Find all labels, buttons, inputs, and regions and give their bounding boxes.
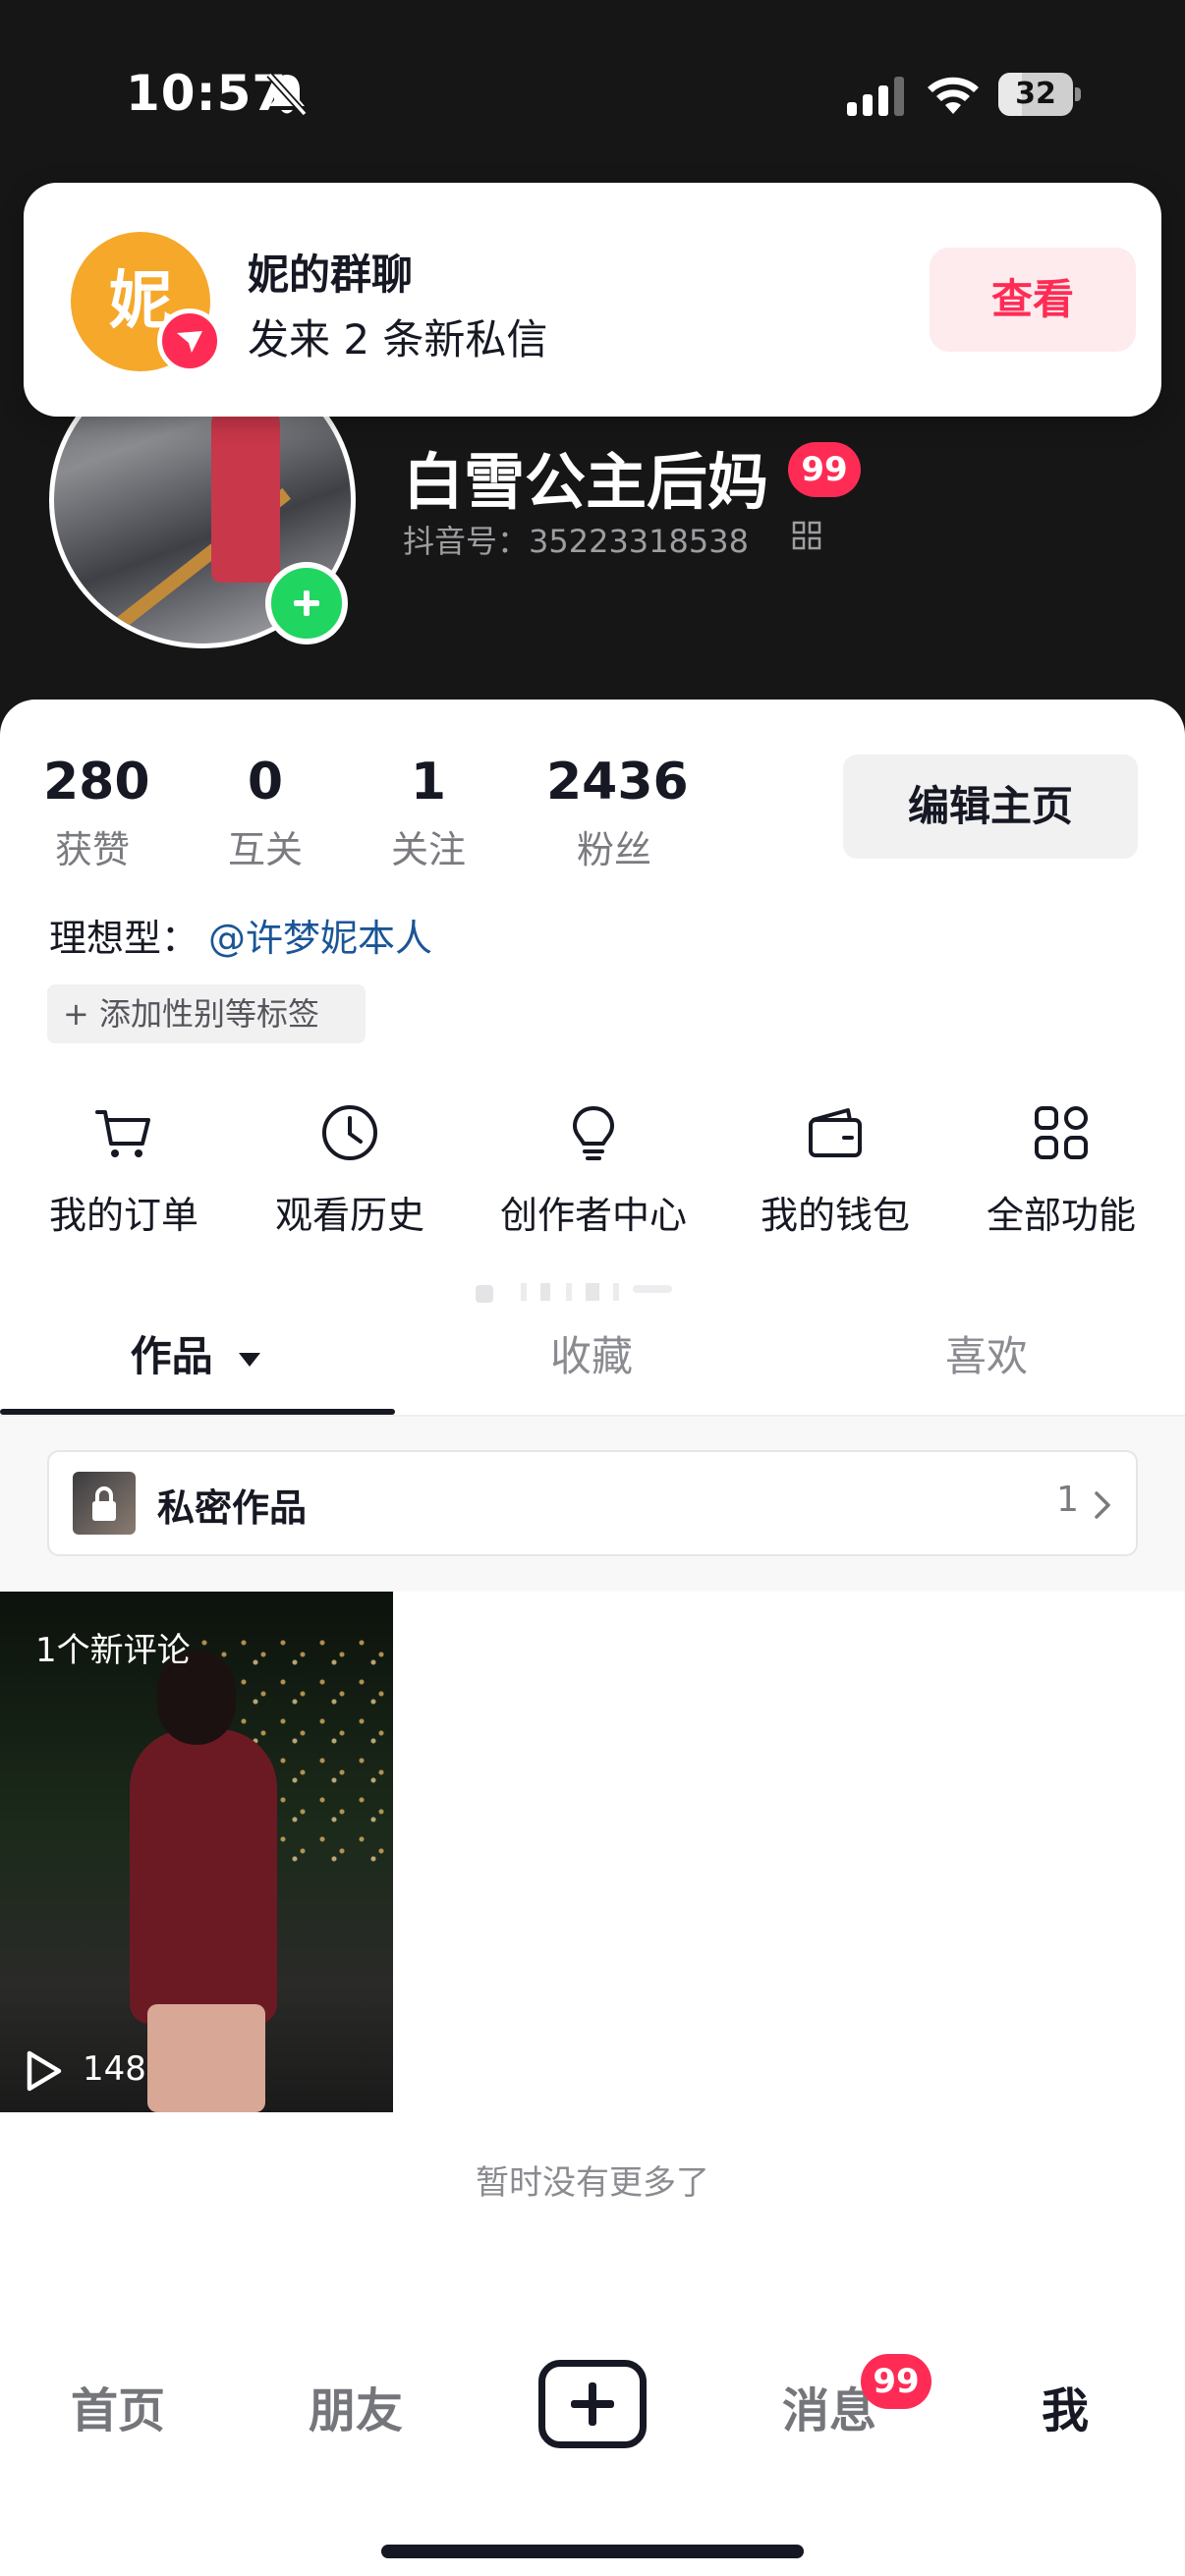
wifi-icon xyxy=(928,77,979,114)
qr-code-icon[interactable] xyxy=(792,521,821,550)
name-badge: 99 xyxy=(788,442,861,497)
private-works-label: 私密作品 xyxy=(157,1486,308,1530)
shortcut-label: 全部功能 xyxy=(986,1194,1136,1237)
douyin-id: 抖音号：35223318538 xyxy=(403,523,749,560)
video-thumbnail[interactable]: 1个新评论 148 xyxy=(0,1592,393,2112)
chevron-right-icon xyxy=(1095,1491,1110,1519)
private-works-thumbnail xyxy=(73,1472,136,1535)
shortcut-my-orders[interactable]: 我的订单 xyxy=(16,1100,232,1239)
stat-value: 280 xyxy=(43,753,150,812)
notification-body: 发来 2 条新私信 xyxy=(248,315,548,364)
nav-home[interactable]: 首页 xyxy=(39,2372,197,2440)
shortcut-watch-history[interactable]: 观看历史 xyxy=(242,1100,458,1239)
edit-profile-button[interactable]: 编辑主页 xyxy=(843,755,1138,859)
stat-label: 获赞 xyxy=(54,828,130,871)
stat-followers[interactable]: 2436 粉丝 xyxy=(546,753,689,873)
home-indicator xyxy=(381,2545,804,2558)
bell-off-icon xyxy=(266,72,308,117)
shortcut-creator-center[interactable]: 创作者中心 xyxy=(485,1100,702,1239)
message-notification[interactable]: 妮 妮的群聊 发来 2 条新私信 查看 xyxy=(24,183,1161,417)
shortcut-label: 观看历史 xyxy=(274,1194,424,1237)
tab-favorites[interactable]: 收藏 xyxy=(395,1315,788,1417)
status-time: 10:57 xyxy=(126,65,288,122)
stat-label: 关注 xyxy=(390,828,466,871)
notification-title: 妮的群聊 xyxy=(248,251,414,299)
tab-label: 作品 xyxy=(130,1332,213,1380)
cart-icon xyxy=(95,1110,150,1157)
direct-message-icon xyxy=(157,308,222,373)
private-works-card[interactable]: 私密作品 1 xyxy=(47,1450,1138,1556)
stat-likes[interactable]: 280 获赞 xyxy=(43,753,150,873)
stat-following[interactable]: 1 关注 xyxy=(379,753,478,873)
clock-icon xyxy=(322,1105,377,1160)
status-bar: 10:57 32 xyxy=(0,0,1185,196)
plus-icon xyxy=(294,590,319,616)
active-tab-indicator xyxy=(0,1409,395,1415)
shortcut-label: 我的订单 xyxy=(48,1194,198,1237)
stat-label: 粉丝 xyxy=(576,828,651,871)
play-icon xyxy=(27,2050,62,2092)
stat-label: 互关 xyxy=(227,828,303,871)
new-comment-badge: 1个新评论 xyxy=(35,1631,191,1670)
battery-icon: 32 xyxy=(998,73,1081,116)
add-avatar-button[interactable] xyxy=(265,562,348,644)
ideal-type-mention-link[interactable]: @许梦妮本人 xyxy=(208,917,432,960)
ideal-type-row: 理想型： @许梦妮本人 xyxy=(49,908,432,962)
bottom-navigation: 首页 朋友 消息 99 我 xyxy=(0,2338,1185,2476)
private-works-count: 1 xyxy=(1056,1480,1079,1520)
content-tabs: 作品 收藏 喜欢 xyxy=(0,1315,1185,1417)
shortcut-all-features[interactable]: 全部功能 xyxy=(953,1100,1169,1239)
nav-me[interactable]: 我 xyxy=(987,2372,1144,2440)
messages-badge: 99 xyxy=(861,2354,931,2409)
shortcut-scroll-indicator xyxy=(476,1283,672,1303)
stat-value: 1 xyxy=(410,753,447,812)
grid-icon xyxy=(1035,1106,1088,1159)
battery-level: 32 xyxy=(1015,77,1056,111)
no-more-content-text: 暂时没有更多了 xyxy=(476,2163,709,2203)
stat-value: 2436 xyxy=(546,753,689,812)
ideal-type-label: 理想型： xyxy=(49,917,199,960)
play-count: 148 xyxy=(83,2049,146,2089)
stat-mutual[interactable]: 0 互关 xyxy=(216,753,314,873)
view-button[interactable]: 查看 xyxy=(930,248,1136,352)
shortcut-label: 创作者中心 xyxy=(499,1194,687,1237)
nav-friends[interactable]: 朋友 xyxy=(277,2372,434,2440)
lightbulb-icon xyxy=(573,1106,614,1160)
create-button[interactable] xyxy=(538,2360,647,2448)
tab-works[interactable]: 作品 xyxy=(0,1315,393,1417)
stat-value: 0 xyxy=(247,753,284,812)
profile-name: 白雪公主后妈 xyxy=(403,446,769,518)
shortcut-wallet[interactable]: 我的钱包 xyxy=(727,1100,943,1239)
shortcut-label: 我的钱包 xyxy=(760,1194,910,1237)
add-tags-chip[interactable]: + 添加性别等标签 xyxy=(47,984,366,1043)
tab-likes[interactable]: 喜欢 xyxy=(790,1315,1183,1417)
lock-icon xyxy=(92,1486,116,1521)
caret-down-icon xyxy=(239,1352,261,1367)
cellular-signal-icon xyxy=(847,77,904,116)
wallet-icon xyxy=(809,1108,862,1157)
